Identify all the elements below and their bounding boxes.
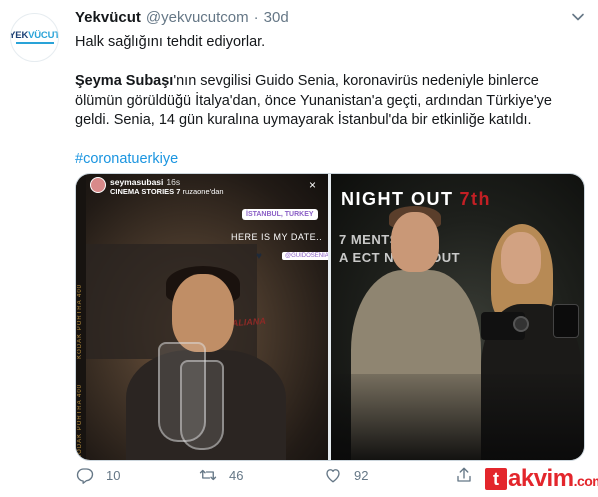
event-banner: NIGHT OUT 7th (341, 189, 584, 213)
wine-glass (180, 360, 224, 450)
close-icon: × (309, 178, 317, 192)
film-label: KODAK PORTRA 400 (77, 284, 83, 359)
watermark-text: akvim.com (508, 465, 598, 493)
retweet-count: 46 (229, 467, 244, 483)
person-head (172, 274, 234, 352)
tweet: YEKVÜCUT Yekvücut @yekvucutcom · 30d Hal… (0, 0, 598, 497)
tweet-text-paragraph: Şeyma Subaşı'nın sevgilisi Guido Senia, … (75, 72, 585, 131)
media-image-right[interactable]: NIGHT OUT7th 7 MENTS OF A ECT NIGHT OUT (331, 174, 584, 460)
mention-sticker: @GUIDOSENIA (282, 252, 328, 260)
like-button[interactable]: 92 (324, 465, 368, 485)
reply-button[interactable]: 10 (76, 465, 120, 485)
like-count: 92 (354, 467, 369, 483)
retweet-icon (199, 469, 217, 481)
share-button[interactable] (455, 465, 473, 485)
film-strip: KODAK PORTRA 400 KODAK PORTRA 400 (76, 174, 86, 460)
camera-lens (513, 316, 529, 332)
author-name[interactable]: Yekvücut (75, 9, 141, 26)
header-separator: · (253, 9, 259, 26)
share-icon (457, 467, 471, 482)
film-label: KODAK PORTRA 400 (77, 384, 83, 459)
retweet-button[interactable]: 46 (199, 465, 243, 485)
author-handle[interactable]: @yekvucutcom (146, 9, 249, 26)
phone (553, 304, 579, 338)
avatar[interactable]: YEKVÜCUT (10, 13, 59, 62)
reply-icon (76, 468, 94, 484)
woman-head (501, 232, 541, 284)
logo-part1: YEK (10, 29, 29, 41)
story-caption: HERE IS MY DATE.. (231, 232, 323, 242)
takvim-watermark: t akvim.com (485, 465, 598, 493)
banner-text: NIGHT OUT (341, 189, 454, 209)
watermark-letter-box: t (485, 468, 507, 490)
crowd-foreground (331, 374, 584, 460)
reply-count: 10 (106, 467, 121, 483)
mentioned-name: Şeyma Subaşı (75, 73, 174, 89)
media-image-left[interactable]: ALE ITALIANA KODAK PORTRA 400 KODAK PORT… (76, 174, 328, 460)
story-avatar (90, 177, 106, 193)
story-username: seymasubasi 16s (110, 177, 181, 187)
tweet-timestamp[interactable]: 30d (264, 9, 289, 26)
hashtag-link[interactable]: #coronatuerkiye (75, 150, 585, 170)
logo-underline (15, 42, 54, 45)
story-source: CINEMA STORIES 7 ruzaone'dan (110, 187, 224, 196)
heart-outline-icon (326, 469, 340, 483)
watermark-letter: t (493, 469, 499, 489)
tweet-header: Yekvücut @yekvucutcom · 30d (75, 9, 289, 29)
man-head (391, 212, 439, 272)
yekvucut-logo: YEKVÜCUT (10, 29, 59, 45)
chevron-down-icon[interactable] (571, 10, 585, 24)
media-grid: ALE ITALIANA KODAK PORTRA 400 KODAK PORT… (75, 173, 585, 461)
story-source-bold: CINEMA STORIES 7 (110, 187, 181, 196)
tweet-text-line1: Halk sağlığını tehdit ediyorlar. (75, 34, 266, 50)
watermark-suffix: .com (573, 473, 598, 489)
location-sticker: İSTANBUL, TURKEY (242, 209, 318, 220)
heart-icon: ♥ (256, 251, 262, 262)
story-source-rest: ruzaone'dan (182, 187, 224, 196)
banner-red-text: 7th (459, 189, 491, 209)
logo-part2: VÜCUT (28, 29, 59, 41)
story-age: 16s (166, 177, 181, 187)
